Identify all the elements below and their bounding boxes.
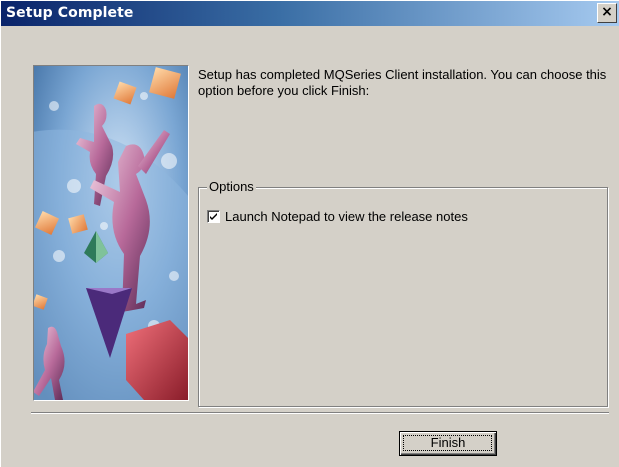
close-icon: × xyxy=(601,4,613,20)
launch-notepad-checkbox[interactable] xyxy=(207,209,220,223)
launch-notepad-label: Launch Notepad to view the release notes xyxy=(225,208,468,224)
window-title: Setup Complete xyxy=(6,5,134,21)
launch-notepad-option[interactable]: Launch Notepad to view the release notes xyxy=(207,208,468,224)
title-bar[interactable]: Setup Complete × xyxy=(1,1,619,26)
setup-illustration xyxy=(33,65,189,401)
close-button[interactable]: × xyxy=(597,3,617,23)
setup-complete-dialog: Setup Complete × Setup has completed MQS… xyxy=(0,0,619,467)
options-group-label: Options xyxy=(207,179,256,194)
finish-button[interactable]: Finish xyxy=(399,431,497,456)
options-group: Options Launch Notepad to view the relea… xyxy=(198,179,608,407)
completion-message: Setup has completed MQSeries Client inst… xyxy=(198,67,607,98)
focus-rectangle xyxy=(403,435,492,451)
footer-separator xyxy=(31,412,609,414)
checkmark-icon xyxy=(210,212,217,220)
